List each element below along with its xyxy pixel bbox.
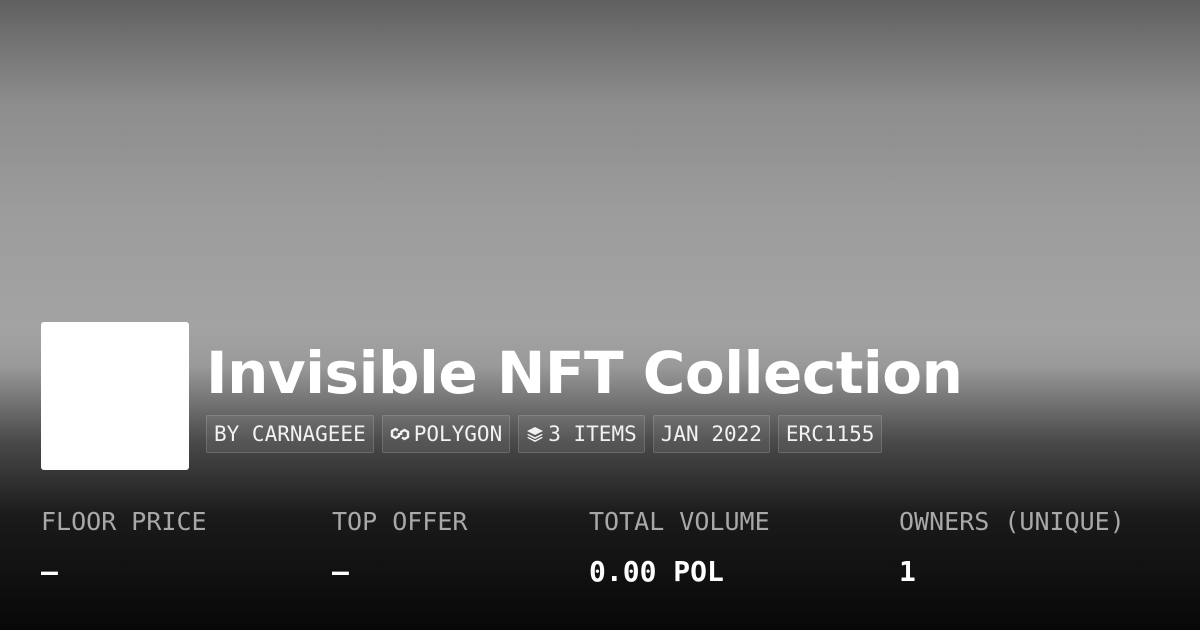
owners-value: 1 bbox=[899, 555, 916, 588]
total-volume-stat: TOTAL VOLUME 0.00 POL bbox=[589, 505, 770, 589]
collection-tags: BY CARNAGEEE POLYGON 3 ITEMS JAN 2022 ER… bbox=[206, 415, 883, 453]
owners-stat: OWNERS (UNIQUE) 1 bbox=[899, 505, 1125, 589]
total-volume-label: TOTAL VOLUME bbox=[589, 507, 770, 536]
top-offer-stat: TOP OFFER — bbox=[332, 505, 467, 589]
chain-tag-label: POLYGON bbox=[413, 422, 503, 446]
total-volume-value: 0.00 POL bbox=[589, 555, 724, 588]
collection-avatar bbox=[41, 322, 189, 470]
date-tag: JAN 2022 bbox=[652, 415, 770, 453]
top-offer-value: — bbox=[332, 555, 349, 588]
standard-tag: ERC1155 bbox=[777, 415, 883, 453]
creator-tag-label: BY CARNAGEEE bbox=[214, 422, 366, 446]
polygon-link-icon bbox=[390, 426, 410, 442]
layers-icon bbox=[526, 426, 544, 442]
items-tag-label: 3 ITEMS bbox=[548, 422, 637, 446]
floor-price-stat: FLOOR PRICE — bbox=[41, 505, 207, 589]
owners-label: OWNERS (UNIQUE) bbox=[899, 507, 1125, 536]
items-tag: 3 ITEMS bbox=[518, 415, 645, 453]
floor-price-value: — bbox=[41, 555, 58, 588]
floor-price-label: FLOOR PRICE bbox=[41, 507, 207, 536]
top-offer-label: TOP OFFER bbox=[332, 507, 468, 536]
collection-title: Invisible NFT Collection bbox=[206, 339, 963, 407]
creator-tag: BY CARNAGEEE bbox=[206, 415, 374, 453]
chain-tag: POLYGON bbox=[381, 415, 511, 453]
standard-tag-label: ERC1155 bbox=[785, 422, 875, 446]
date-tag-label: JAN 2022 bbox=[660, 422, 762, 446]
